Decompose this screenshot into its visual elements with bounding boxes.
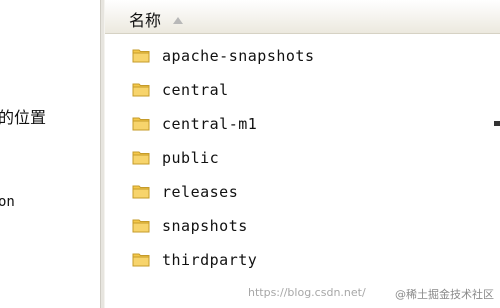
folder-icon bbox=[132, 185, 150, 199]
list-item[interactable]: thirdparty bbox=[105, 244, 500, 274]
list-item[interactable]: releases bbox=[105, 176, 500, 206]
left-pane-label-location: 的位置 bbox=[0, 108, 47, 127]
folder-name[interactable]: apache-snapshots bbox=[162, 47, 315, 65]
list-item[interactable]: central bbox=[105, 74, 500, 104]
column-header-name-label-wrap[interactable]: 名称 bbox=[129, 7, 184, 31]
folder-icon bbox=[132, 117, 150, 131]
folder-name[interactable]: central bbox=[162, 81, 229, 99]
sort-up-icon bbox=[173, 16, 184, 24]
folder-icon bbox=[132, 151, 150, 165]
folder-name[interactable]: thirdparty bbox=[162, 251, 257, 269]
column-header-name[interactable]: 名称 bbox=[105, 0, 500, 34]
watermark-brand: @稀土掘金技术社区 bbox=[395, 288, 494, 301]
folder-name[interactable]: releases bbox=[162, 183, 238, 201]
scrollbar-thumb[interactable] bbox=[494, 121, 500, 126]
folder-name[interactable]: central-m1 bbox=[162, 115, 257, 133]
folder-icon bbox=[132, 49, 150, 63]
folder-name[interactable]: public bbox=[162, 149, 219, 167]
file-list-pane: 名称 apache-snapshots central central-m1 p… bbox=[105, 0, 500, 308]
folder-name[interactable]: snapshots bbox=[162, 217, 248, 235]
folder-icon bbox=[132, 253, 150, 267]
folder-icon bbox=[132, 83, 150, 97]
left-pane: 的位置 on bbox=[0, 0, 100, 308]
watermark-url: https://blog.csdn.net/ bbox=[248, 286, 366, 299]
left-pane-label-on: on bbox=[0, 194, 15, 210]
folder-icon bbox=[132, 219, 150, 233]
column-header-name-label[interactable]: 名称 bbox=[129, 7, 161, 31]
list-item[interactable]: central-m1 bbox=[105, 108, 500, 138]
list-item[interactable]: snapshots bbox=[105, 210, 500, 240]
list-item[interactable]: apache-snapshots bbox=[105, 40, 500, 70]
list-item[interactable]: public bbox=[105, 142, 500, 172]
